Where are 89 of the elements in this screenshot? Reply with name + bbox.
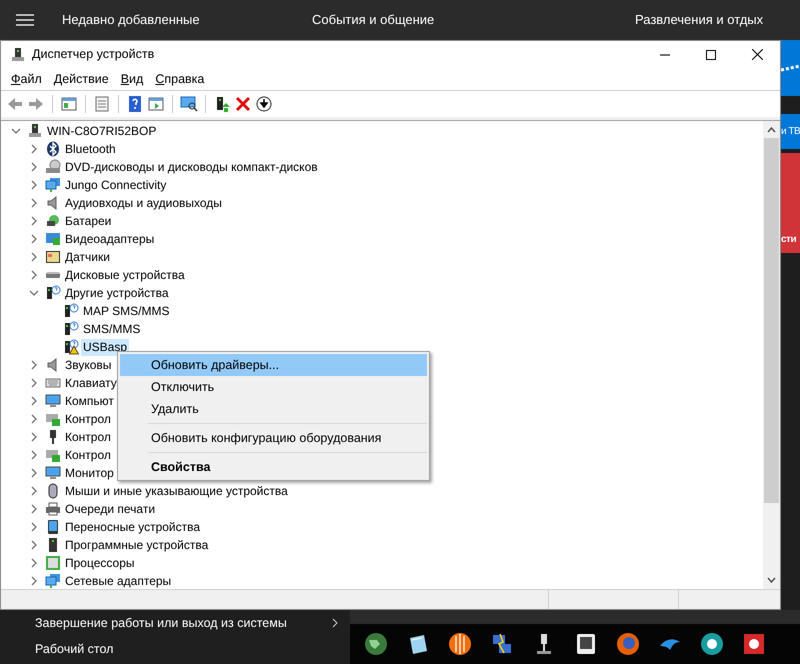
tree-item[interactable]: DVD-дисководы и дисководы компакт-дисков (63, 158, 320, 176)
printer-icon (45, 501, 61, 517)
help-icon[interactable] (126, 95, 144, 113)
tree-item[interactable]: Контрол (63, 446, 113, 464)
action-pane-icon[interactable] (147, 95, 165, 113)
tree-item[interactable]: Звуковы (63, 356, 114, 374)
tree-item[interactable]: Другие устройства (63, 284, 171, 302)
unknown-device-icon (63, 321, 79, 337)
maximize-icon (706, 50, 716, 60)
tree-item[interactable]: Сетевые адаптеры (63, 572, 174, 589)
window-title: Диспетчер устройств (32, 46, 154, 64)
tree-item[interactable]: USBasp (81, 338, 130, 356)
scroll-thumb[interactable] (764, 138, 779, 503)
tree-item[interactable]: Дисковые устройства (63, 266, 187, 284)
menu-item[interactable]: Действие (48, 70, 115, 88)
sensor-icon (45, 249, 61, 265)
document-icon[interactable] (574, 632, 598, 656)
sphere-icon[interactable] (448, 632, 472, 656)
tree-item[interactable]: Датчики (63, 248, 112, 266)
section-header: События и общение (312, 11, 436, 30)
network-icon (45, 573, 61, 589)
processor-icon (45, 555, 61, 571)
tile-label: сти (781, 233, 796, 247)
computer-icon (27, 123, 43, 139)
tree-item[interactable]: MAP SMS/MMS (81, 302, 172, 320)
battery-icon (45, 213, 61, 229)
tree-item[interactable]: Мыши и иные указывающие устройства (63, 482, 290, 500)
globe-icon[interactable] (364, 632, 388, 656)
disc-drive-icon (45, 159, 61, 175)
controller-icon (45, 411, 61, 427)
menu-item[interactable]: Справка (149, 70, 210, 88)
unknown-device-icon (63, 303, 79, 319)
tile-label: и ТВ (781, 125, 800, 139)
forward-icon[interactable] (27, 95, 45, 113)
menu-item[interactable]: Вид (114, 70, 150, 88)
bluetooth-icon (45, 141, 61, 157)
network-icon (45, 177, 61, 193)
section-header: Развлечения и отдых (635, 11, 764, 30)
controller-icon (45, 447, 61, 463)
tree-item[interactable]: Клавиату (63, 374, 119, 392)
context-menu-item[interactable]: Обновить конфигурацию оборудования (120, 427, 427, 449)
tree-item[interactable]: Jungo Connectivity (63, 176, 168, 194)
tile-icon[interactable] (742, 632, 766, 656)
app-icon (10, 46, 26, 62)
tree-item[interactable]: WIN-C8O7RI52BOP (45, 122, 158, 140)
start-menu-item[interactable]: Рабочий стол (35, 640, 114, 658)
tree-item[interactable]: Переносные устройства (63, 518, 202, 536)
scrollbar[interactable] (763, 121, 780, 589)
context-menu-item[interactable]: Отключить (120, 376, 427, 398)
disable-device-icon[interactable] (255, 95, 273, 113)
scan-hardware-icon[interactable] (180, 95, 198, 113)
tree-item[interactable]: Батареи (63, 212, 114, 230)
menu-item[interactable]: Файл (5, 70, 48, 88)
portable-device-icon (45, 519, 61, 535)
section-header: Недавно добавленные (62, 11, 201, 30)
collapse-icon[interactable] (11, 126, 21, 136)
tree-item[interactable]: Монитор (63, 464, 116, 482)
tree-item[interactable]: Компьют (63, 392, 116, 410)
tree-item[interactable]: Контрол (63, 410, 113, 428)
close-icon (752, 49, 762, 60)
tree-item[interactable]: Аудиовходы и аудиовыходы (63, 194, 224, 212)
browser-icon[interactable] (616, 632, 640, 656)
monitor-icon (45, 465, 61, 481)
app-icon[interactable] (700, 632, 724, 656)
back-icon[interactable] (6, 95, 24, 113)
context-menu-item[interactable]: Свойства (120, 456, 427, 478)
tree-item[interactable]: Процессоры (63, 554, 136, 572)
menu-icon[interactable] (16, 14, 34, 26)
network-computer-icon[interactable] (490, 632, 514, 656)
tree-item[interactable]: SMS/MMS (81, 320, 142, 338)
console-tree-icon[interactable] (60, 95, 78, 113)
tile[interactable]: и ТВ (781, 114, 800, 149)
context-menu-item[interactable]: Обновить драйверы... (120, 354, 427, 376)
monitor-icon (45, 393, 61, 409)
start-menu-item[interactable]: Завершение работы или выход из системы (35, 614, 287, 632)
context-menu-item[interactable]: Удалить (120, 398, 427, 420)
properties-icon[interactable] (93, 95, 111, 113)
collapse-icon[interactable] (29, 288, 39, 298)
disk-drive-icon (45, 272, 61, 278)
unknown-device-icon (45, 285, 61, 301)
minimize-icon (660, 54, 670, 56)
display-adapter-icon (45, 231, 61, 247)
tree-item[interactable]: Программные устройства (63, 536, 210, 554)
tree-item[interactable]: Bluetooth (63, 140, 118, 158)
tree-item[interactable]: Контрол (63, 428, 113, 446)
tile[interactable]: сти (781, 153, 800, 253)
tree-item[interactable]: Видеоадаптеры (63, 230, 156, 248)
uninstall-icon[interactable] (234, 95, 252, 113)
tree-item[interactable]: Очереди печати (63, 500, 158, 518)
